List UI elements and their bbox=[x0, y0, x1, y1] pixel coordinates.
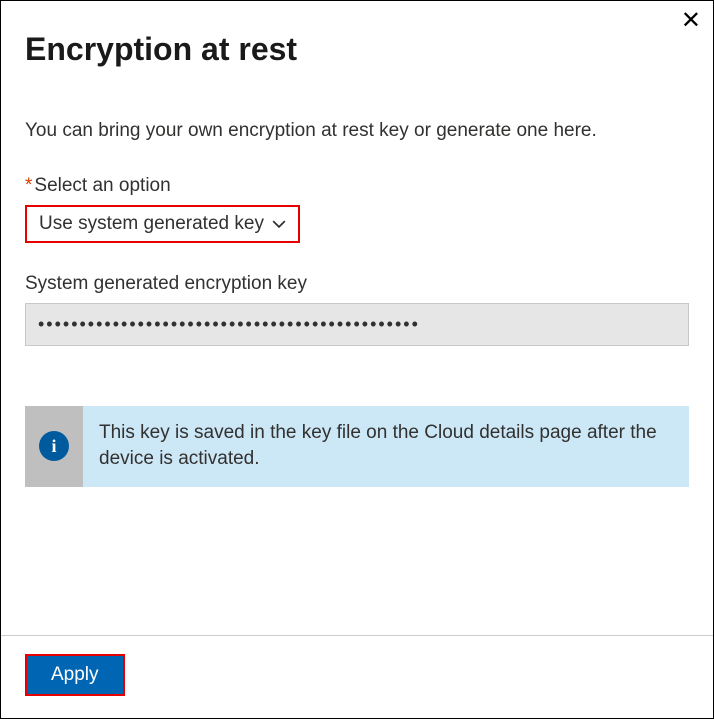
option-label: *Select an option bbox=[25, 175, 689, 197]
encryption-panel: ✕ Encryption at rest You can bring your … bbox=[0, 0, 714, 719]
info-icon-letter: i bbox=[51, 436, 56, 457]
panel-description: You can bring your own encryption at res… bbox=[25, 118, 689, 145]
panel-title: Encryption at rest bbox=[25, 31, 689, 68]
info-icon: i bbox=[39, 431, 69, 461]
info-icon-wrap: i bbox=[25, 406, 83, 487]
chevron-down-icon bbox=[272, 217, 286, 231]
info-text: This key is saved in the key file on the… bbox=[83, 406, 689, 487]
close-button[interactable]: ✕ bbox=[681, 9, 701, 33]
option-label-text: Select an option bbox=[34, 175, 170, 196]
dropdown-selected-text: Use system generated key bbox=[39, 213, 264, 235]
info-box: i This key is saved in the key file on t… bbox=[25, 406, 689, 487]
option-dropdown[interactable]: Use system generated key bbox=[25, 205, 300, 243]
panel-footer: Apply bbox=[1, 635, 713, 718]
apply-button[interactable]: Apply bbox=[25, 654, 125, 696]
key-field-value: ••••••••••••••••••••••••••••••••••••••••… bbox=[25, 303, 689, 346]
close-icon: ✕ bbox=[681, 7, 701, 34]
key-field-label: System generated encryption key bbox=[25, 273, 689, 295]
required-indicator: * bbox=[25, 175, 32, 196]
panel-content: Encryption at rest You can bring your ow… bbox=[1, 1, 713, 635]
